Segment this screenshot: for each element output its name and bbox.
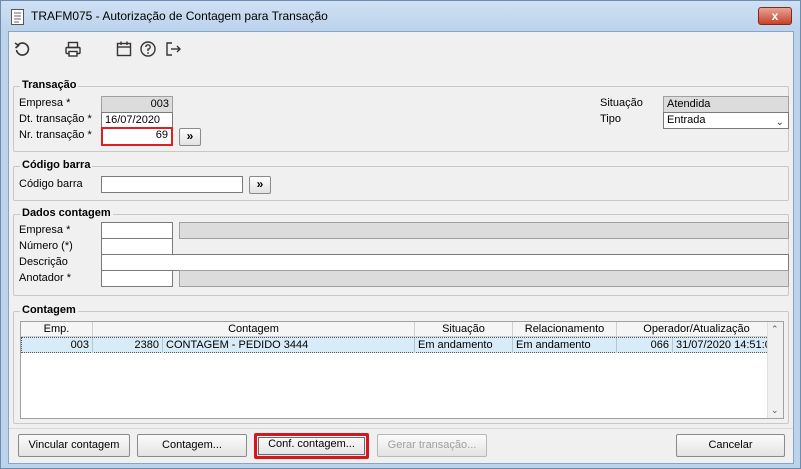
nr-transacao-label: Nr. transação * bbox=[19, 129, 92, 141]
window-title: TRAFM075 - Autorização de Contagem para … bbox=[31, 9, 328, 23]
dc-empresa-label: Empresa * bbox=[19, 224, 71, 236]
col-emp[interactable]: Emp. bbox=[21, 322, 93, 337]
cell-relacionamento: Em andamento bbox=[513, 338, 617, 353]
close-button[interactable]: x bbox=[758, 7, 792, 25]
calendar-icon[interactable] bbox=[115, 40, 133, 58]
numero-field[interactable] bbox=[101, 238, 173, 255]
col-situacao[interactable]: Situação bbox=[415, 322, 513, 337]
descricao-field[interactable] bbox=[101, 254, 789, 271]
col-contagem[interactable]: Contagem bbox=[93, 322, 415, 337]
exit-icon[interactable] bbox=[164, 40, 182, 58]
codigo-barra-field[interactable] bbox=[101, 176, 243, 193]
tipo-label: Tipo bbox=[600, 113, 621, 125]
tipo-select[interactable]: Entrada ⌄ bbox=[663, 112, 789, 129]
dados-contagem-group: Dados contagem Empresa * Número (*) Desc… bbox=[13, 207, 789, 296]
cell-situacao: Em andamento bbox=[415, 338, 513, 353]
main-panel: Transação Empresa * 003 Dt. transação * … bbox=[8, 31, 794, 464]
scroll-down-icon[interactable]: ⌄ bbox=[771, 405, 779, 416]
cell-contagem-num: 2380 bbox=[93, 338, 163, 353]
scroll-up-icon[interactable]: ⌃ bbox=[771, 324, 779, 335]
col-relacionamento[interactable]: Relacionamento bbox=[513, 322, 617, 337]
empresa-label: Empresa * bbox=[19, 97, 71, 109]
help-icon[interactable] bbox=[139, 40, 157, 58]
cell-emp: 003 bbox=[21, 338, 93, 353]
transacao-title: Transação bbox=[20, 79, 79, 91]
codigo-barra-title: Código barra bbox=[20, 159, 93, 171]
gerar-transacao-button[interactable]: Gerar transação... bbox=[377, 434, 487, 457]
numero-label: Número (*) bbox=[19, 240, 73, 252]
transacao-group: Transação Empresa * 003 Dt. transação * … bbox=[13, 79, 789, 152]
title-bar: TRAFM075 - Autorização de Contagem para … bbox=[1, 1, 800, 31]
contagem-title: Contagem bbox=[20, 304, 78, 316]
anotador-label: Anotador * bbox=[19, 272, 71, 284]
codigo-barra-label: Código barra bbox=[19, 178, 83, 190]
descricao-label: Descrição bbox=[19, 256, 68, 268]
dc-empresa-description bbox=[179, 222, 789, 239]
dt-transacao-label: Dt. transação * bbox=[19, 113, 92, 125]
contagem-group: Contagem Emp. Contagem Situação Relacion… bbox=[13, 304, 789, 424]
situacao-field: Atendida bbox=[663, 96, 789, 113]
cancelar-button[interactable]: Cancelar bbox=[676, 434, 785, 457]
cell-operador: 066 bbox=[617, 338, 673, 353]
document-icon bbox=[11, 9, 24, 25]
vincular-contagem-button[interactable]: Vincular contagem bbox=[18, 434, 130, 457]
codigo-barra-group: Código barra Código barra » bbox=[13, 159, 789, 201]
dc-empresa-field[interactable] bbox=[101, 222, 173, 239]
nr-transacao-field[interactable]: 69 bbox=[101, 127, 173, 146]
print-icon[interactable] bbox=[64, 40, 82, 58]
tipo-selected: Entrada bbox=[667, 114, 706, 126]
cell-contagem-desc: CONTAGEM - PEDIDO 3444 bbox=[163, 338, 415, 353]
divider bbox=[9, 428, 793, 429]
situacao-label: Situação bbox=[600, 97, 643, 109]
conf-contagem-button[interactable]: Conf. contagem... bbox=[254, 433, 369, 459]
cell-atualizacao: 31/07/2020 14:51:03 bbox=[673, 338, 777, 353]
anotador-field[interactable] bbox=[101, 270, 173, 287]
app-window: TRAFM075 - Autorização de Contagem para … bbox=[0, 0, 801, 469]
contagem-button[interactable]: Contagem... bbox=[137, 434, 247, 457]
anotador-description bbox=[179, 270, 789, 287]
empresa-field: 003 bbox=[101, 96, 173, 113]
col-operador[interactable]: Operador/Atualização bbox=[617, 322, 777, 337]
vertical-scrollbar[interactable]: ⌃ ⌄ bbox=[767, 322, 783, 418]
contagem-table[interactable]: Emp. Contagem Situação Relacionamento Op… bbox=[20, 321, 784, 419]
refresh-icon[interactable] bbox=[13, 40, 31, 58]
nr-transacao-go-button[interactable]: » bbox=[179, 128, 201, 146]
chevron-down-icon: ⌄ bbox=[775, 117, 784, 128]
codigo-barra-go-button[interactable]: » bbox=[249, 176, 271, 194]
dados-contagem-title: Dados contagem bbox=[20, 207, 113, 219]
toolbar bbox=[9, 32, 793, 66]
